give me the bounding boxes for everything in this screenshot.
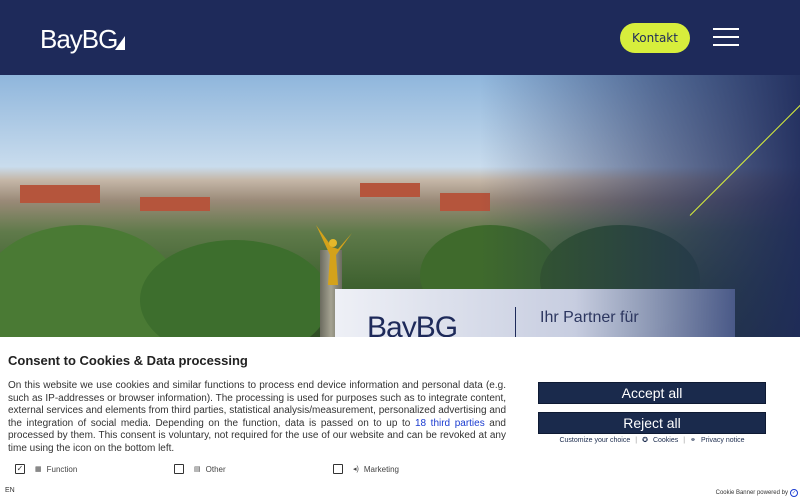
option-label: Function — [46, 464, 78, 474]
consent-links: Customize your choice | ✪ Cookies | ⚭ Pr… — [538, 436, 766, 445]
provider-logo-icon[interactable]: ✓ — [790, 489, 798, 497]
language-selector[interactable]: EN — [5, 487, 15, 494]
cookie-consent-banner: Consent to Cookies & Data processing On … — [0, 337, 800, 500]
cookies-link[interactable]: Cookies — [653, 437, 678, 444]
golden-angel-statue — [316, 225, 352, 285]
card-logo: BayBG — [367, 311, 458, 337]
function-icon: ▦ — [35, 466, 42, 473]
baybg-logo[interactable]: BayBG — [40, 24, 126, 55]
powered-by-text: Cookie Banner powered by — [715, 490, 788, 496]
city-rooftop — [360, 183, 420, 197]
city-rooftop — [20, 185, 100, 203]
logo-text: BayBG — [40, 24, 118, 54]
logo-triangle-icon — [115, 36, 126, 50]
other-icon: ▤ — [194, 466, 201, 473]
option-marketing[interactable]: ◂) Marketing — [333, 464, 399, 474]
tree-canopy — [140, 240, 330, 337]
kontakt-button[interactable]: Kontakt — [620, 23, 690, 53]
option-function[interactable]: ✓ ▦ Function — [15, 464, 77, 474]
link-separator: | — [635, 436, 638, 444]
hero-card: BayBG Ihr Partner für — [335, 289, 735, 337]
link-icon: ⚭ — [690, 437, 696, 444]
customize-choice-link[interactable]: Customize your choice — [559, 437, 630, 444]
option-other[interactable]: ▤ Other — [174, 464, 226, 474]
consent-title: Consent to Cookies & Data processing — [8, 353, 248, 368]
cookie-icon: ✪ — [642, 437, 648, 444]
third-parties-link[interactable]: 18 third parties — [415, 418, 485, 429]
privacy-notice-link[interactable]: Privacy notice — [701, 437, 745, 444]
consent-description: On this website we use cookies and simil… — [8, 380, 506, 456]
hero-image: BayBG Ihr Partner für — [0, 75, 800, 337]
city-rooftop — [140, 197, 210, 211]
powered-by: Cookie Banner powered by ✓ — [716, 489, 798, 497]
card-divider — [515, 307, 516, 337]
card-tagline: Ihr Partner für — [540, 309, 639, 326]
site-header: BayBG Kontakt — [0, 0, 800, 75]
option-label: Other — [205, 464, 226, 474]
marketing-icon: ◂) — [353, 466, 359, 473]
link-separator: | — [683, 436, 686, 444]
marketing-checkbox[interactable] — [333, 464, 343, 474]
option-label: Marketing — [363, 464, 399, 474]
function-checkbox[interactable]: ✓ — [15, 464, 25, 474]
hamburger-menu-icon[interactable] — [713, 26, 739, 48]
reject-all-button[interactable]: Reject all — [538, 412, 766, 434]
accept-all-button[interactable]: Accept all — [538, 382, 766, 404]
other-checkbox[interactable] — [174, 464, 184, 474]
